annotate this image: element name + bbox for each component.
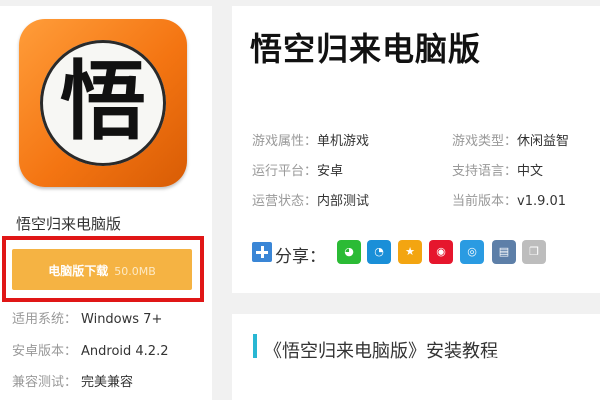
app-name: 悟空归来电脑版	[16, 215, 122, 233]
tencent-weibo-icon[interactable]: ◎	[460, 240, 484, 264]
copy-glyph: ❐	[529, 245, 539, 258]
info-value: v1.9.01	[517, 194, 567, 209]
info-version: 当前版本：v1.9.01	[452, 190, 566, 209]
print-icon[interactable]: ▤	[492, 240, 516, 264]
qzone-icon[interactable]: ★	[398, 240, 422, 264]
info-key: 游戏属性：	[252, 134, 318, 149]
info-language: 支持语言：中文	[452, 160, 543, 179]
info-status: 运营状态：内部测试	[252, 190, 369, 209]
wechat-glyph: ◕	[344, 245, 354, 258]
app-icon[interactable]: 悟	[19, 19, 187, 187]
app-icon-glyph: 悟	[60, 51, 146, 152]
info-key: 运行平台：	[252, 164, 318, 179]
info-key: 支持语言：	[452, 164, 518, 179]
info-game-type: 游戏类型：休闲益智	[452, 130, 569, 149]
spec-value: Android 4.2.2	[81, 344, 169, 359]
spec-key: 安卓版本：	[12, 344, 78, 359]
spec-key: 适用系统：	[12, 312, 78, 327]
pc-download-button[interactable]: 电脑版下载 50.0MB	[12, 249, 192, 290]
share-plus-icon[interactable]	[252, 242, 272, 262]
info-platform: 运行平台：安卓	[252, 160, 343, 179]
info-value: 中文	[517, 164, 544, 179]
share-label: 分享：	[275, 247, 326, 267]
download-size: 50.0MB	[114, 265, 156, 278]
qq-glyph: ◔	[374, 245, 384, 258]
watermark-text: 嘉手游	[506, 360, 566, 380]
info-value: 单机游戏	[317, 134, 370, 149]
copy-icon[interactable]: ❐	[522, 240, 546, 264]
page-title: 悟空归来电脑版	[250, 30, 482, 68]
weibo-glyph: ◉	[436, 245, 446, 258]
download-label: 电脑版下载	[48, 264, 109, 278]
qq-icon[interactable]: ◔	[367, 240, 391, 264]
info-value: 安卓	[317, 164, 344, 179]
wechat-icon[interactable]: ◕	[337, 240, 361, 264]
app-icon-emblem: 悟	[40, 40, 166, 166]
info-value: 内部测试	[317, 194, 370, 209]
spec-key: 兼容测试：	[12, 375, 78, 390]
section-accent-bar	[253, 334, 257, 358]
info-key: 当前版本：	[452, 194, 518, 209]
watermark: 嘉手游 GAOSHOUYOU.COM	[480, 355, 600, 400]
info-value: 休闲益智	[517, 134, 570, 149]
qzone-glyph: ★	[405, 245, 415, 258]
info-key: 游戏类型：	[452, 134, 518, 149]
spec-value: Windows 7+	[81, 312, 163, 327]
info-key: 运营状态：	[252, 194, 318, 209]
spec-row-compat: 兼容测试： 完美兼容	[12, 371, 133, 390]
weibo-icon[interactable]: ◉	[429, 240, 453, 264]
info-game-attr: 游戏属性：单机游戏	[252, 130, 369, 149]
print-glyph: ▤	[498, 245, 510, 258]
tencent-weibo-glyph: ◎	[467, 245, 477, 258]
spec-value: 完美兼容	[81, 375, 134, 390]
spec-row-system: 适用系统： Windows 7+	[12, 308, 162, 327]
watermark-subtext: GAOSHOUYOU.COM	[502, 382, 579, 390]
section-title: 《悟空归来电脑版》安装教程	[264, 341, 498, 362]
spec-row-android: 安卓版本： Android 4.2.2	[12, 340, 169, 359]
watermark-logo-icon	[480, 357, 504, 381]
